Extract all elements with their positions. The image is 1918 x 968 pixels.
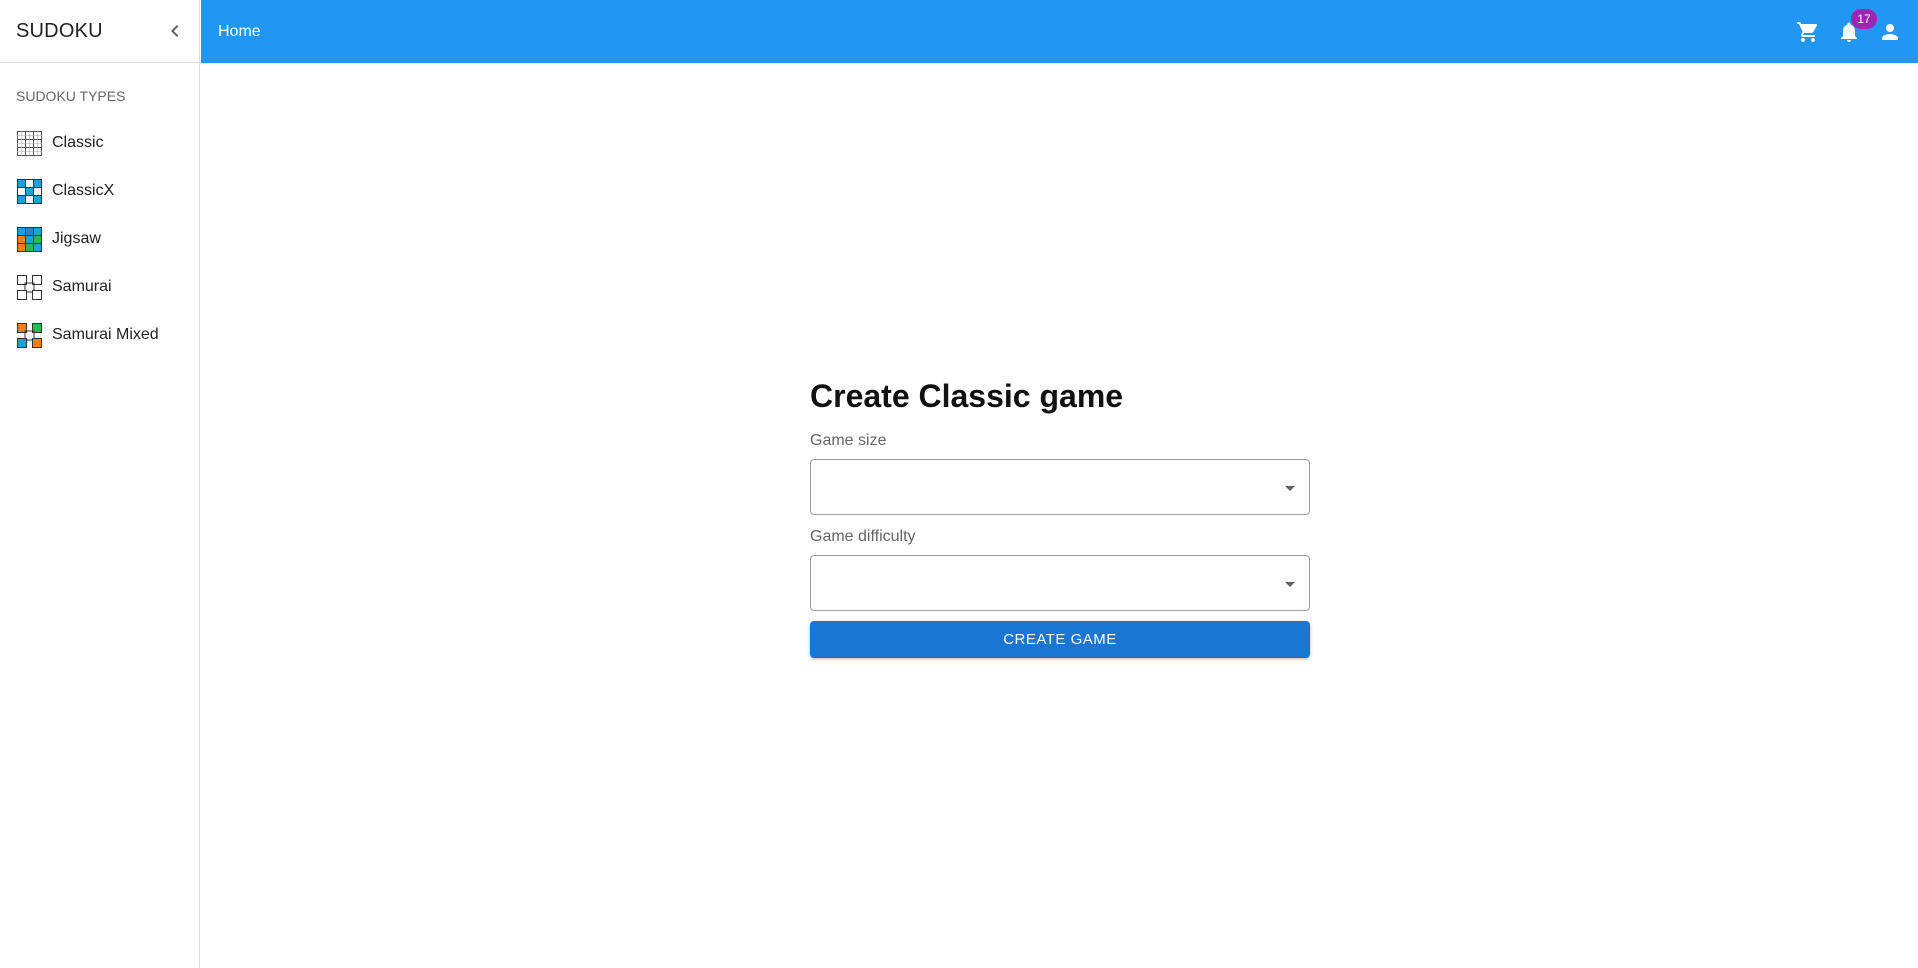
sidebar-item-classicx[interactable]: ClassicX [0, 167, 199, 215]
game-difficulty-select[interactable] [810, 555, 1310, 611]
caret-down-icon [1285, 486, 1295, 491]
sudoku-types-list: Classic ClassicX Jigsaw Samurai Samurai … [0, 119, 199, 359]
samurai-grid-icon [17, 274, 42, 300]
samurai-mixed-grid-icon [17, 322, 42, 348]
sidebar-item-label: Samurai [52, 278, 112, 295]
game-size-label: Game size [810, 432, 887, 449]
account-icon [1882, 23, 1898, 40]
sidebar: SUDOKU SUDOKU TYPES Classic ClassicX Jig… [0, 0, 200, 968]
game-size-select[interactable] [810, 459, 1310, 515]
game-difficulty-label: Game difficulty [810, 528, 916, 545]
jigsaw-grid-icon [17, 226, 42, 252]
app-bar: Home 17 [201, 0, 1918, 63]
sidebar-header: SUDOKU [0, 0, 199, 63]
section-title: SUDOKU TYPES [16, 88, 126, 104]
notification-badge: 17 [1851, 8, 1877, 29]
account-button[interactable] [1878, 20, 1902, 44]
classic-grid-icon [17, 130, 42, 156]
page-title: Create Classic game [810, 378, 1124, 414]
sidebar-item-samurai[interactable]: Samurai [0, 263, 199, 311]
classicx-grid-icon [17, 178, 42, 204]
collapse-sidebar-button[interactable] [163, 19, 187, 43]
sidebar-item-classic[interactable]: Classic [0, 119, 199, 167]
app-root: SUDOKU SUDOKU TYPES Classic ClassicX Jig… [0, 0, 1918, 968]
create-game-button[interactable]: CREATE GAME [810, 621, 1310, 658]
cart-icon [1797, 21, 1818, 42]
sidebar-item-label: Samurai Mixed [52, 326, 159, 343]
create-game-form: Create Classic game Game size Game diffi… [810, 376, 1310, 658]
sidebar-item-label: Classic [52, 134, 104, 151]
breadcrumb-home[interactable]: Home [218, 23, 261, 41]
brand-title: SUDOKU [16, 19, 103, 42]
caret-down-icon [1285, 582, 1295, 587]
cart-button[interactable] [1796, 20, 1820, 44]
topbar-actions: 17 [1779, 0, 1918, 63]
sidebar-item-label: Jigsaw [52, 230, 101, 247]
notifications-button[interactable]: 17 [1837, 8, 1877, 44]
sidebar-item-label: ClassicX [52, 182, 115, 199]
sidebar-item-samurai-mixed[interactable]: Samurai Mixed [0, 311, 199, 359]
sidebar-item-jigsaw[interactable]: Jigsaw [0, 215, 199, 263]
chevron-left-icon [171, 25, 179, 37]
